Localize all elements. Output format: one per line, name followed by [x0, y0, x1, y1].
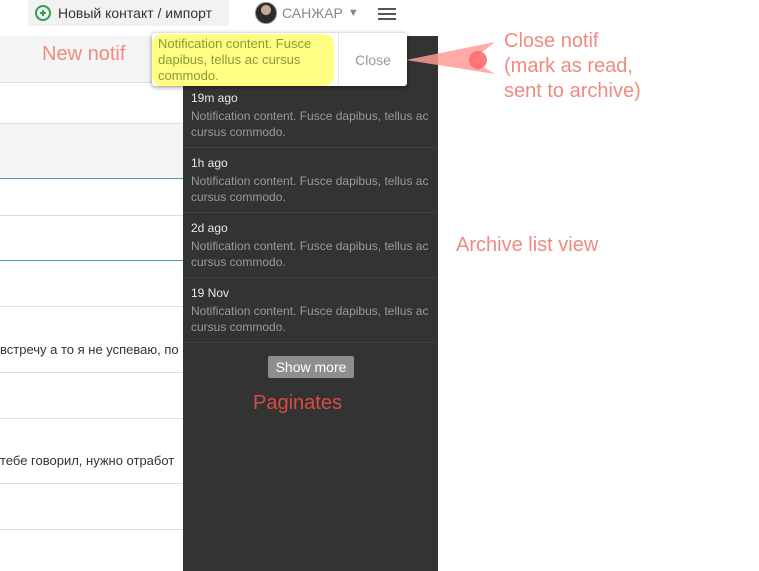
bg-row: [0, 124, 183, 179]
bg-row: [0, 270, 183, 307]
top-bar: Новый контакт / импорт САНЖАР ▼: [0, 0, 759, 36]
bg-row: [0, 216, 183, 261]
bg-row: [0, 491, 183, 530]
show-more-button[interactable]: Show more: [268, 356, 354, 378]
item-time: 19 Nov: [191, 286, 230, 300]
close-button[interactable]: Close: [339, 33, 407, 86]
bg-row: [0, 419, 183, 484]
popup-content-text: Notification content. Fusce dapibus, tel…: [158, 36, 312, 83]
bg-row: [0, 83, 183, 124]
bg-row: [0, 179, 183, 216]
bg-snippet: тебе говорил, нужно отработ: [0, 453, 175, 468]
bg-row: [0, 380, 183, 419]
archive-item[interactable]: 19 Nov Notification content. Fusce dapib…: [183, 278, 438, 343]
archive-item[interactable]: 2d ago Notification content. Fusce dapib…: [183, 213, 438, 278]
add-contact-label: Новый контакт / импорт: [58, 5, 213, 21]
new-notification-popup: Notification content. Fusce dapibus, tel…: [152, 33, 407, 86]
annotation-new-notif: New notif: [42, 43, 126, 65]
archive-item[interactable]: 19m ago Notification content. Fusce dapi…: [183, 83, 438, 148]
add-contact-button[interactable]: Новый контакт / импорт: [28, 0, 229, 26]
annotation-paginates: Paginates: [253, 392, 342, 414]
item-time: 19m ago: [191, 91, 238, 105]
list-menu-icon[interactable]: [378, 8, 396, 20]
bg-row: [0, 306, 183, 373]
item-content: Notification content. Fusce dapibus, tel…: [191, 239, 429, 269]
notification-panel: 19m ago Notification content. Fusce dapi…: [183, 36, 438, 571]
archive-item[interactable]: 1h ago Notification content. Fusce dapib…: [183, 148, 438, 213]
arrow-icon: [406, 42, 495, 74]
annotation-close-notif: (mark as read,: [504, 55, 633, 77]
annotation-archive-list-view: Archive list view: [456, 234, 599, 256]
bg-snippet: встречу а то я не успеваю, по: [0, 342, 179, 357]
item-content: Notification content. Fusce dapibus, tel…: [191, 174, 429, 204]
user-name: САНЖАР: [282, 5, 343, 21]
item-time: 1h ago: [191, 156, 228, 170]
user-menu[interactable]: САНЖАР ▼: [255, 0, 359, 26]
plus-circle-icon: [35, 5, 51, 21]
item-time: 2d ago: [191, 221, 228, 235]
avatar: [255, 2, 277, 24]
item-content: Notification content. Fusce dapibus, tel…: [191, 109, 429, 139]
item-content: Notification content. Fusce dapibus, tel…: [191, 304, 429, 334]
chevron-down-icon: ▼: [347, 7, 359, 19]
popup-content: Notification content. Fusce dapibus, tel…: [158, 36, 336, 84]
annotation-close-notif: sent to archive): [504, 80, 641, 102]
annotation-close-notif: Close notif: [504, 30, 599, 52]
